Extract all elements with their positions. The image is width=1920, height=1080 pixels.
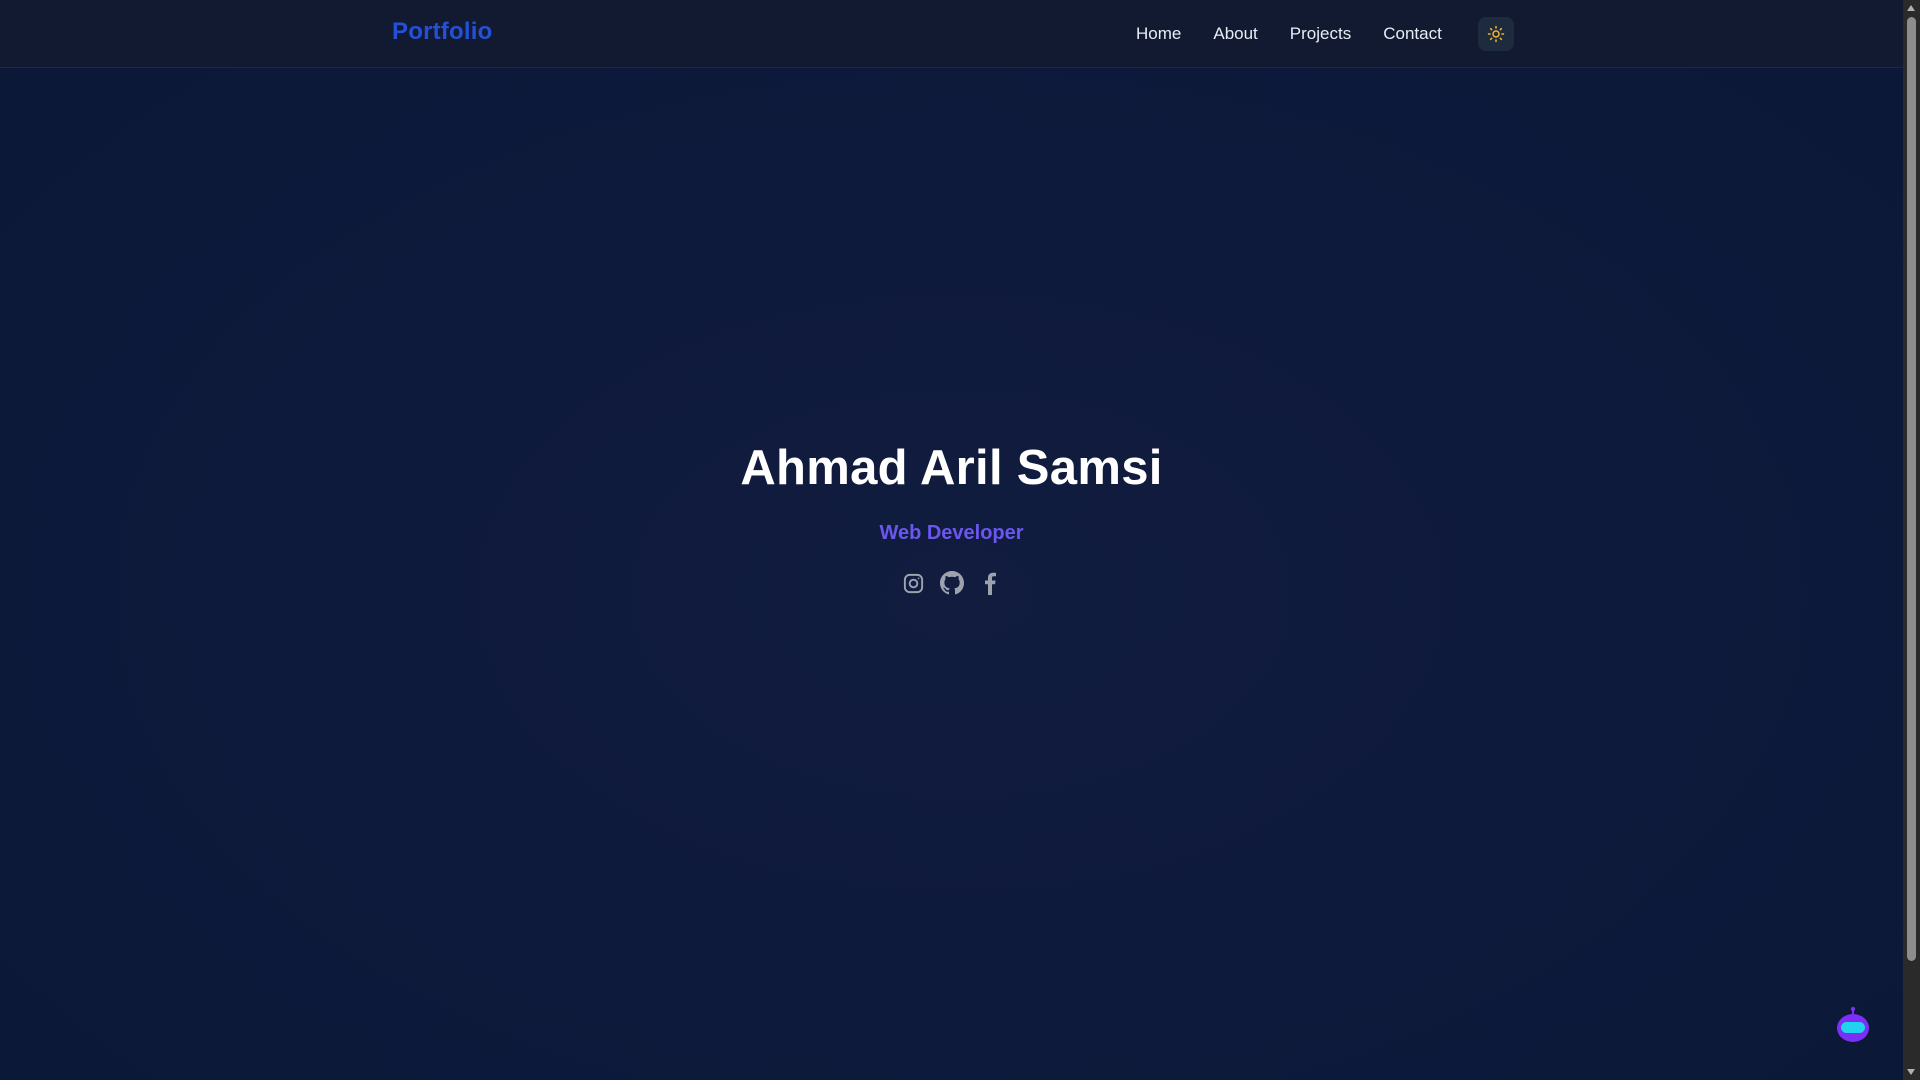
hero-role: Web Developer: [879, 522, 1024, 544]
github-link[interactable]: [939, 571, 964, 595]
instagram-icon: [903, 573, 924, 593]
facebook-link[interactable]: [978, 571, 1002, 595]
robot-icon: [1837, 1006, 1869, 1042]
social-links: [0, 571, 1903, 595]
facebook-icon: [984, 572, 996, 595]
instagram-link[interactable]: [902, 571, 926, 595]
github-icon: [939, 571, 964, 595]
theme-toggle-button[interactable]: [1478, 17, 1514, 51]
nav-link-home[interactable]: Home: [1136, 24, 1181, 44]
scrollbar-thumb[interactable]: [1907, 17, 1916, 961]
nav-link-projects[interactable]: Projects: [1290, 24, 1351, 44]
scroll-down-arrow-icon[interactable]: [1907, 1069, 1915, 1075]
scrollbar[interactable]: [1903, 0, 1920, 1080]
sun-icon: [1487, 25, 1505, 43]
chatbot-button[interactable]: [1835, 1006, 1871, 1044]
hero-name: Ahmad Aril Samsi: [740, 441, 1163, 495]
nav-links: Home About Projects Contact: [1136, 0, 1442, 68]
scroll-up-arrow-icon[interactable]: [1907, 5, 1915, 11]
navbar: Portfolio Home About Projects Contact: [0, 0, 1903, 68]
nav-link-contact[interactable]: Contact: [1383, 24, 1442, 44]
hero-section: Ahmad Aril Samsi Web Developer: [0, 440, 1903, 595]
page: Portfolio Home About Projects Contact Ah…: [0, 0, 1920, 1080]
brand-logo[interactable]: Portfolio: [392, 18, 492, 46]
nav-link-about[interactable]: About: [1213, 24, 1257, 44]
